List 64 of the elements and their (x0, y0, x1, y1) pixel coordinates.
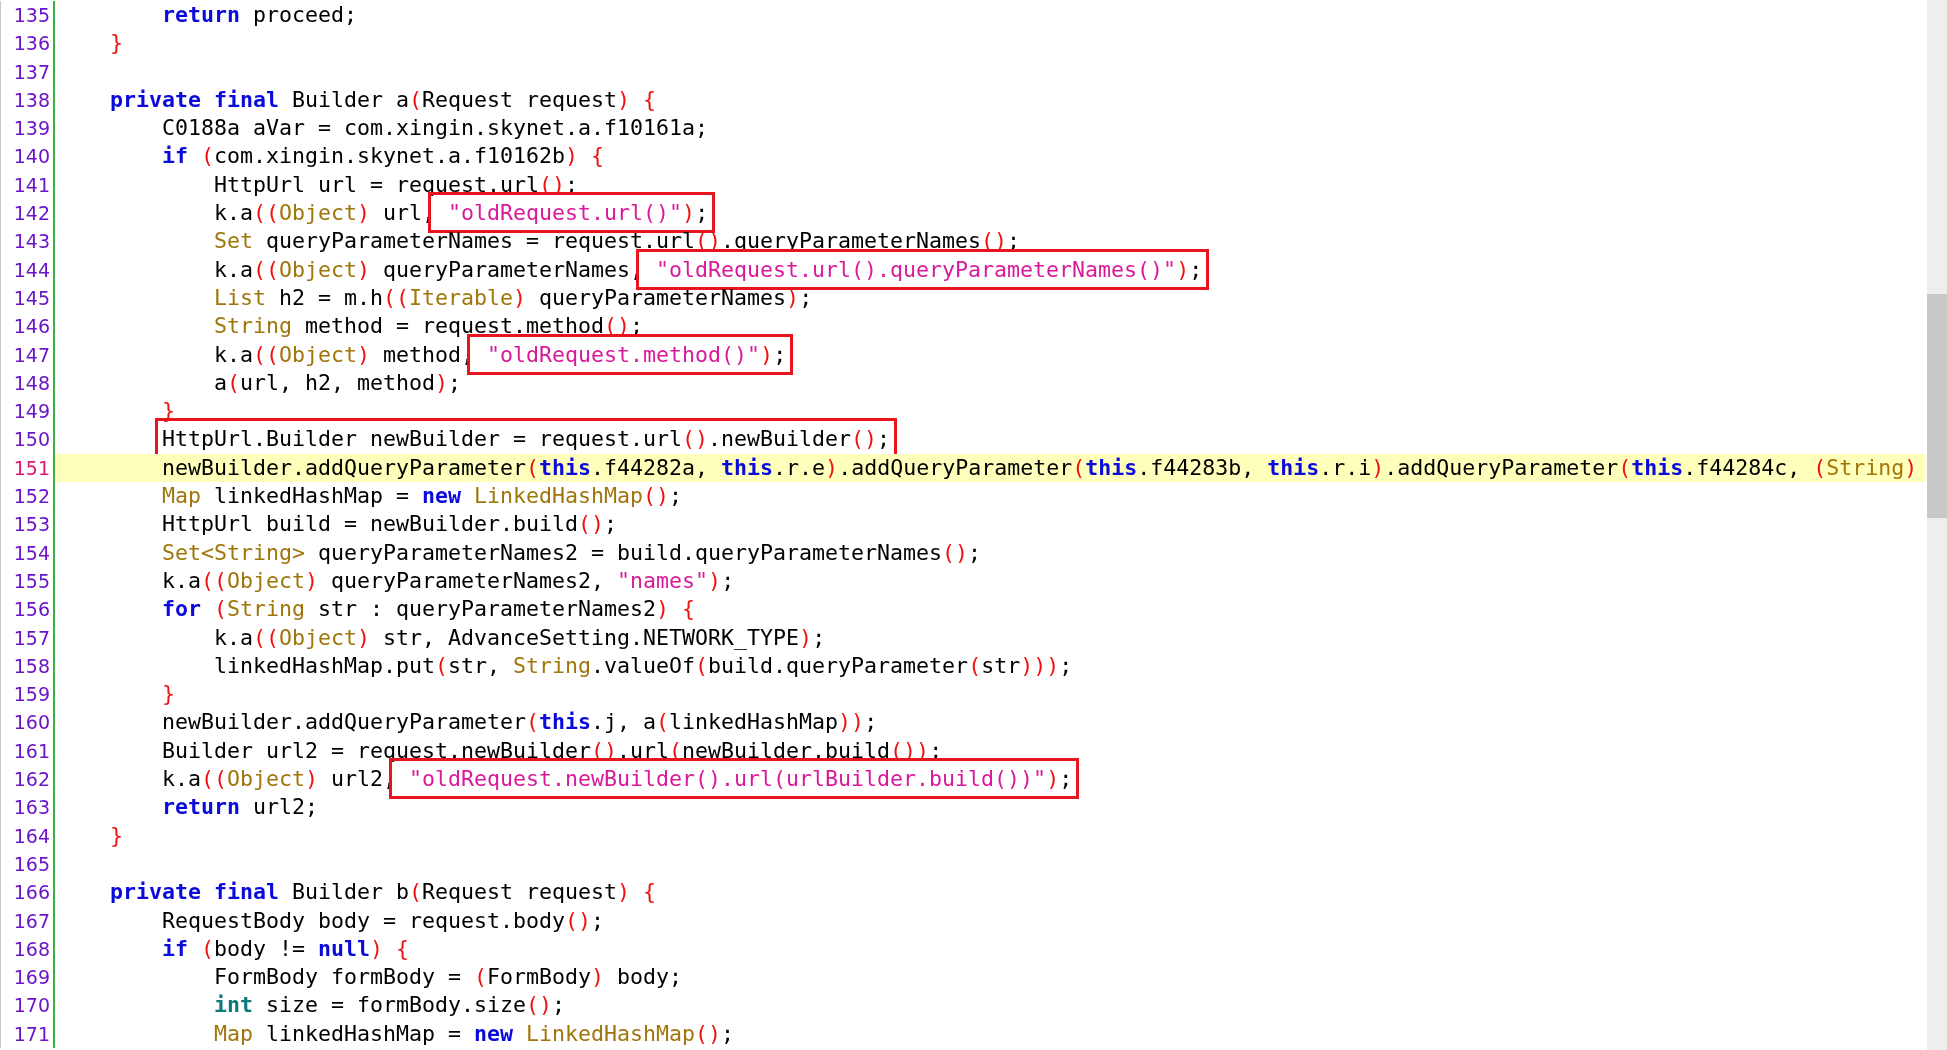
line-number: 140 (13, 144, 50, 170)
line-number: 162 (13, 767, 50, 792)
line-number: 151 (13, 455, 50, 481)
line-number: 150 (13, 427, 50, 453)
line-number: 160 (13, 710, 50, 736)
line-number: 143 (13, 229, 50, 255)
line-number: 165 (13, 851, 50, 877)
line-number: 153 (13, 512, 50, 538)
line-number: 158 (13, 653, 50, 679)
code-text: newBuilder.addQueryParameter(this.j, a(linkedHashMap)); (162, 709, 878, 735)
code-text: RequestBody body = request.body(); (162, 907, 605, 933)
code-text: return proceed; (162, 2, 358, 27)
line-number: 138 (13, 87, 50, 113)
line-number: 137 (13, 59, 50, 85)
line-number: 135 (13, 3, 50, 28)
code-text: a(url, h2, method); (214, 369, 462, 395)
line-number: 152 (13, 484, 50, 510)
annotation-box: "oldRequest.url().queryParameterNames()"); (636, 248, 1210, 290)
code-text: for (String str : queryParameterNames2) { (162, 596, 696, 622)
line-number: 139 (13, 116, 50, 142)
line-number: 141 (13, 172, 50, 198)
code-text: private final Builder a(Request request) { (110, 86, 657, 112)
line-number: 146 (13, 314, 50, 340)
scrollbar-thumb[interactable] (1927, 294, 1947, 518)
line-number: 144 (13, 257, 50, 283)
code-text: HttpUrl build = newBuilder.build(); (162, 511, 618, 537)
line-number: 164 (13, 823, 50, 849)
code-text: k.a((Object) str, AdvanceSetting.NETWORK_TYPE); (214, 624, 826, 650)
code-text: C0188a aVar = com.xingin.skynet.a.f10161a; (162, 115, 709, 141)
line-number: 169 (13, 965, 50, 991)
annotation-box: "oldRequest.method()"); (467, 333, 794, 375)
code-text: k.a((Object) queryParameterNames2, "names"); (162, 567, 735, 593)
line-number: 154 (13, 540, 50, 566)
code-text: linkedHashMap.put(str, String.valueOf(build.queryParameter(str))); (214, 652, 1073, 678)
line-number: 155 (13, 568, 50, 594)
code-text: Map linkedHashMap = new LinkedHashMap(); (162, 483, 683, 509)
code-text: Set<String> queryParameterNames2 = build.queryParameterNames(); (162, 539, 982, 565)
line-number: 171 (13, 1021, 50, 1047)
code-text: if (com.xingin.skynet.a.f10162b) { (162, 143, 605, 169)
code-text: } (110, 822, 124, 848)
code-text: FormBody formBody = (FormBody) body; (214, 964, 683, 990)
annotation-box: "oldRequest.newBuilder().url(urlBuilder.build())"); (389, 758, 1080, 799)
line-number: 145 (13, 285, 50, 311)
line-number: 167 (13, 908, 50, 934)
code-text: private final Builder b(Request request) { (110, 879, 657, 905)
line-number: 142 (13, 201, 50, 227)
code-text: } (162, 681, 176, 707)
line-number: 148 (13, 370, 50, 396)
code-text: if (body != null) { (162, 935, 410, 961)
line-number: 159 (13, 682, 50, 708)
line-number: 156 (13, 597, 50, 623)
line-number: 149 (13, 399, 50, 425)
line-number: 136 (13, 31, 50, 57)
line-number: 161 (13, 738, 50, 764)
code-text: Map linkedHashMap = new LinkedHashMap(); (214, 1020, 735, 1046)
line-number: 157 (13, 625, 50, 651)
code-text: int size = formBody.size(); (214, 992, 566, 1018)
line-number: 163 (13, 795, 50, 821)
line-number: 147 (13, 342, 50, 368)
line-number: 170 (13, 993, 50, 1019)
code-text: return url2; (162, 794, 319, 820)
line-number: 168 (13, 936, 50, 962)
code-text: } (110, 30, 124, 56)
line-number: 166 (13, 880, 50, 906)
